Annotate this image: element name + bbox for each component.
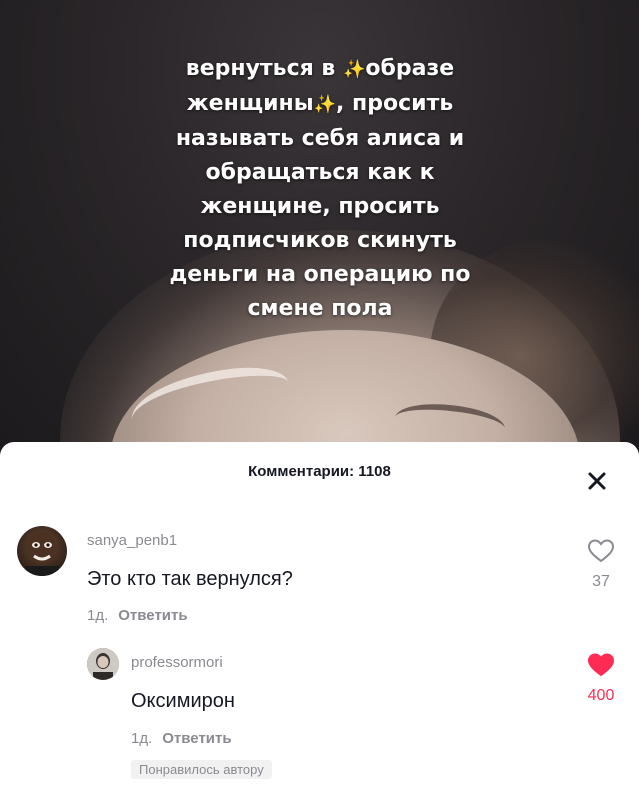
avatar[interactable] [17,526,67,576]
caption-line: смене пола [247,296,393,321]
heart-filled-icon [587,653,615,677]
comment-text: Оксимирон [131,690,235,712]
avatar-image [87,648,119,680]
like-button[interactable]: 37 [576,538,626,591]
comment-meta: 1д. Ответить [87,607,188,624]
heart-outline-icon [587,539,615,563]
caption-line: женщине, просить [200,194,440,219]
comments-title: Комментарии: 1108 [248,463,391,480]
caption-line: деньги на операцию по [169,262,471,287]
like-button[interactable]: 400 [576,652,626,705]
reply-button[interactable]: Ответить [162,730,231,747]
avatar[interactable] [87,648,119,680]
caption-line: вернуться в ✨образе [185,56,455,81]
video-frame[interactable]: вернуться в ✨образе женщины✨, просить на… [0,0,639,455]
caption-line: подписчиков скинуть [183,228,457,253]
comments-sheet: Комментарии: 1108 sanya_penb1 Это кто та… [0,442,639,793]
caption-line: женщины✨, просить [186,91,454,116]
sparkle-icon: ✨ [343,59,366,80]
close-button[interactable] [585,469,609,493]
sparkle-icon: ✨ [313,94,337,115]
comment-meta: 1д. Ответить [131,730,232,747]
avatar-image [25,532,59,576]
close-icon [588,472,606,490]
comment-username[interactable]: professormori [131,654,223,671]
caption-line: называть себя алиса и [175,126,465,151]
reply-button[interactable]: Ответить [118,607,187,624]
comment-time: 1д. [87,607,109,624]
comment-username[interactable]: sanya_penb1 [87,532,177,549]
comment-text: Это кто так вернулся? [87,568,293,590]
video-caption: вернуться в ✨образе женщины✨, просить на… [140,52,500,326]
like-count: 400 [587,687,615,704]
comment-time: 1д. [131,730,153,747]
like-count: 37 [592,573,610,590]
liked-by-author-badge: Понравилось автору [131,760,272,779]
caption-line: обращаться как к [205,160,435,185]
